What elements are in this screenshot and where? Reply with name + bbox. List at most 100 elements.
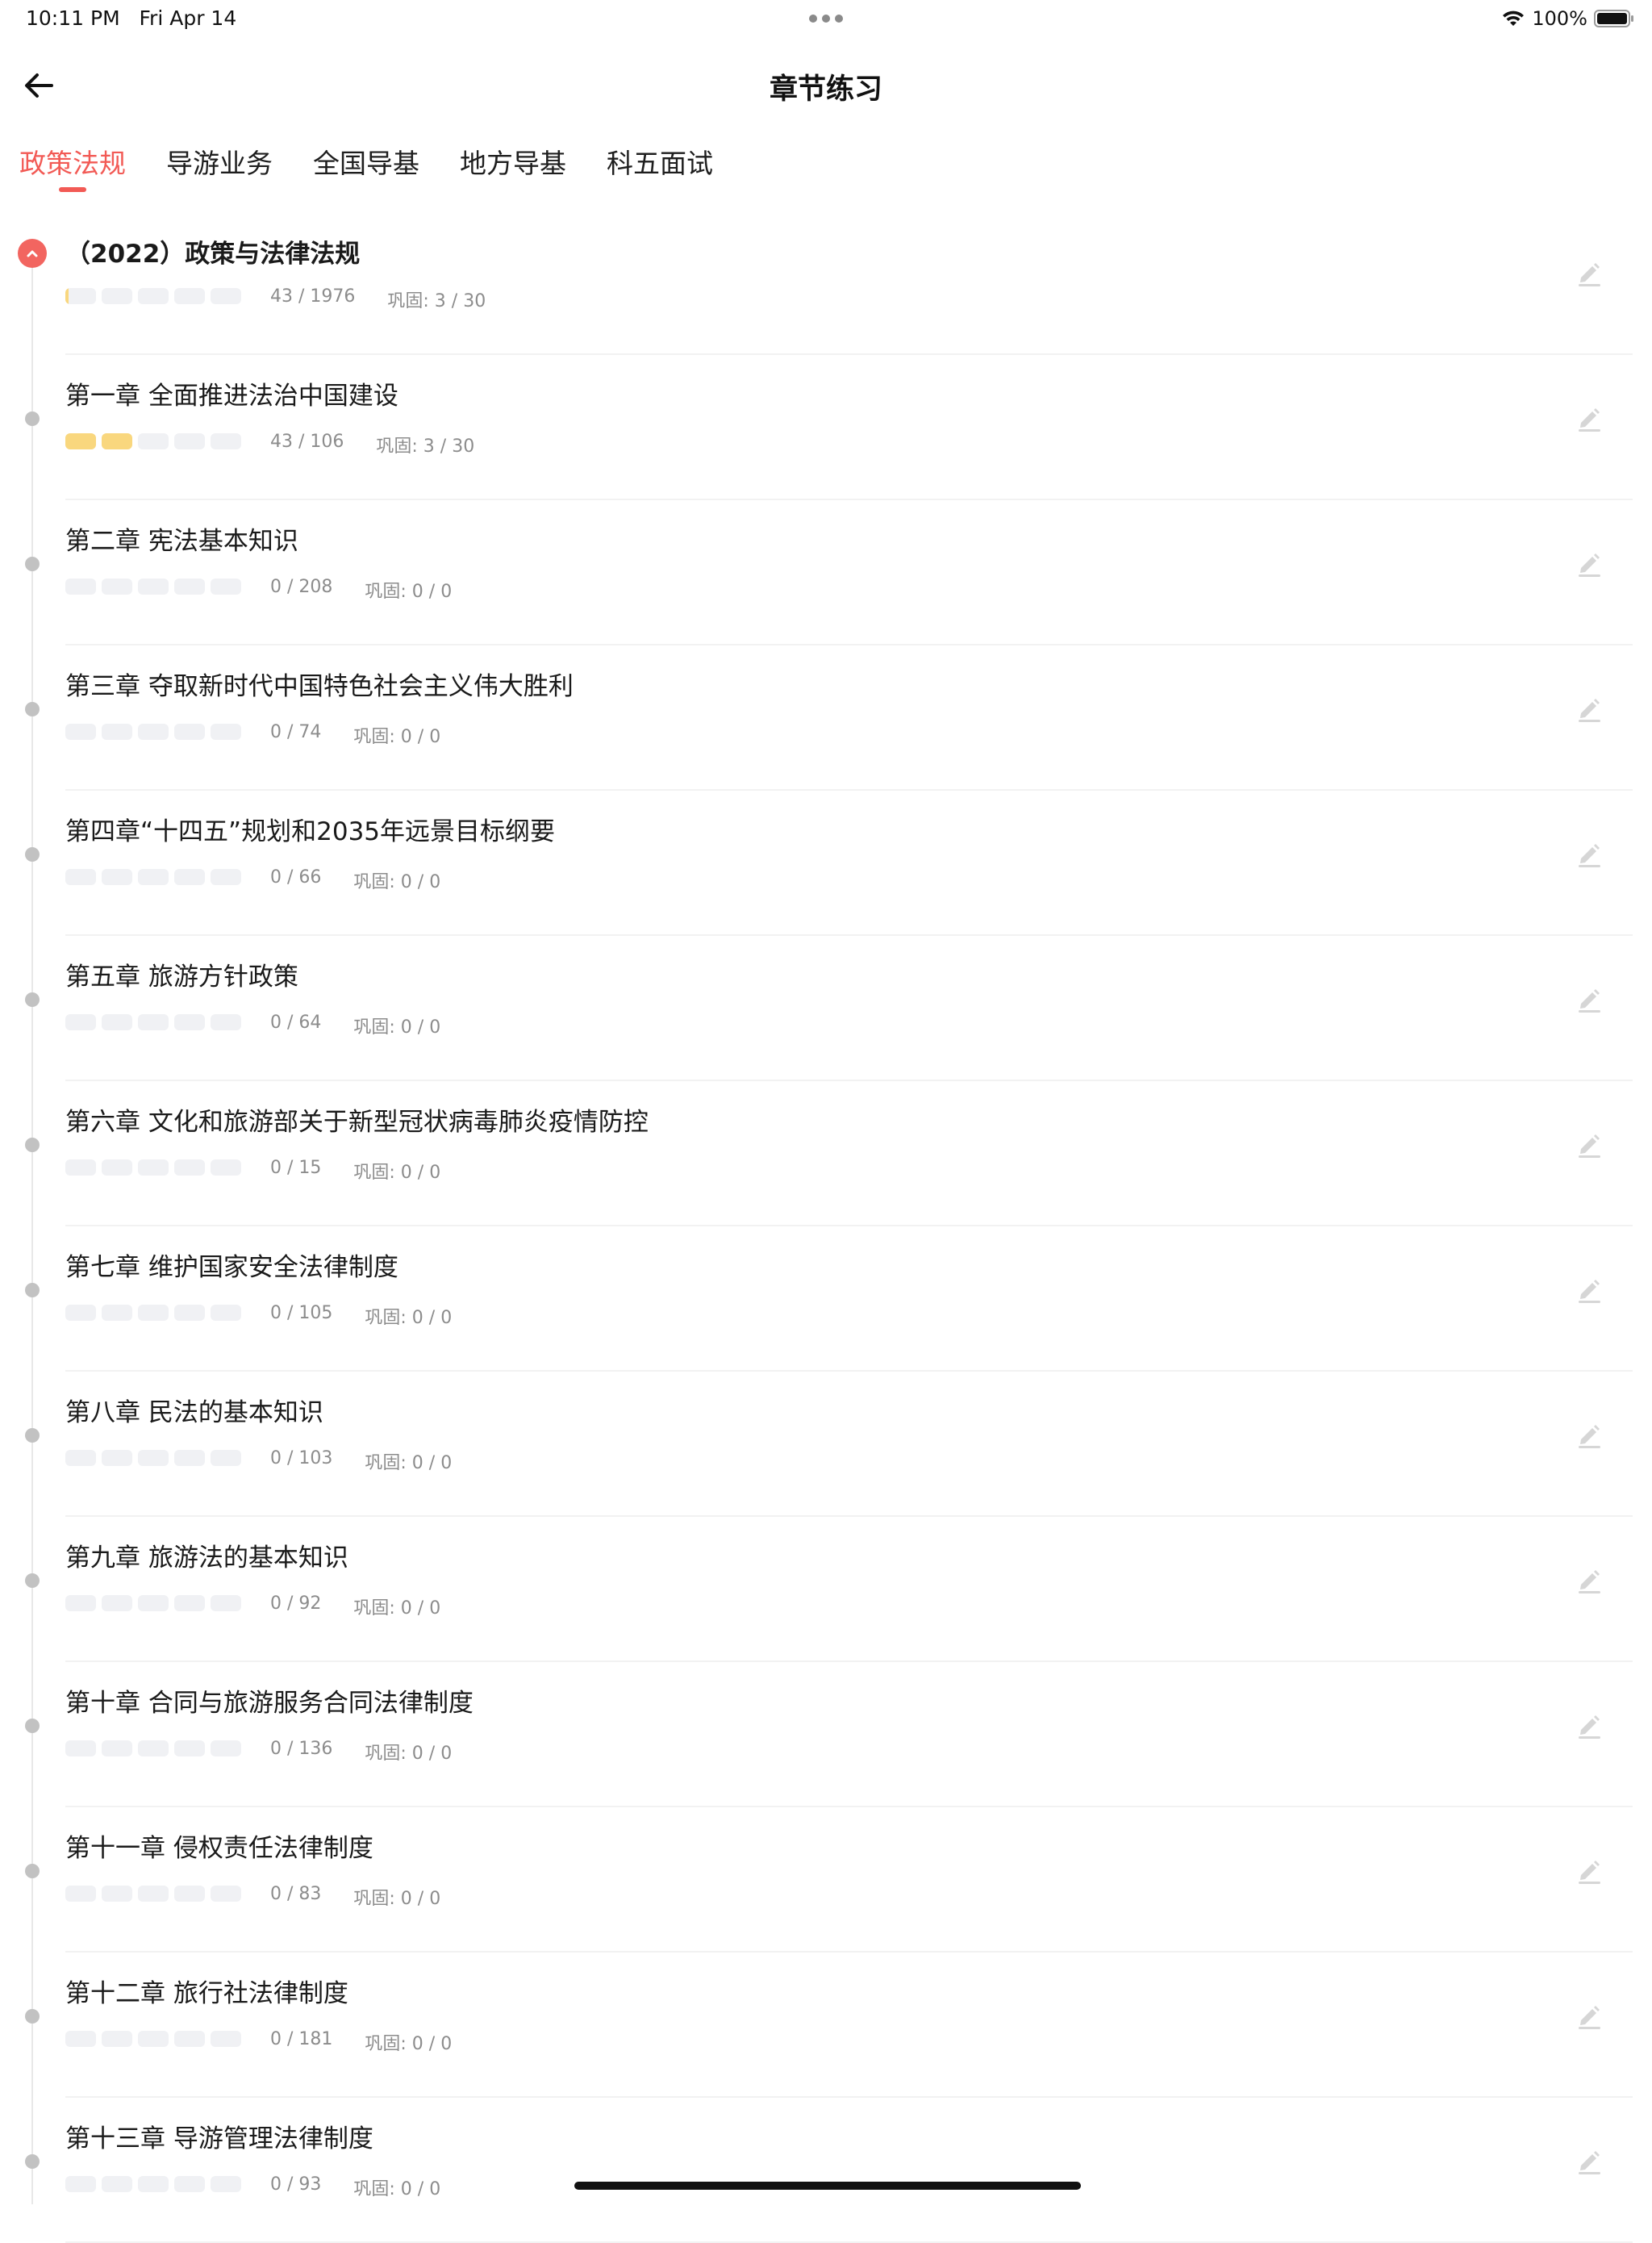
- tab-2[interactable]: 全国导基: [313, 144, 419, 192]
- chapter-item[interactable]: 第五章 旅游方针政策 0 / 64 巩固: 0 / 0: [0, 936, 1652, 1081]
- chapter-item[interactable]: 第九章 旅游法的基本知识 0 / 92 巩固: 0 / 0: [0, 1517, 1652, 1662]
- timeline-dot: [25, 847, 40, 862]
- progress-segments: [65, 1159, 247, 1176]
- edit-pencil-icon[interactable]: [1575, 1565, 1604, 1594]
- question-count: 0 / 181: [270, 2029, 333, 2049]
- tab-3[interactable]: 地方导基: [460, 144, 566, 192]
- status-time: 10:11 PM Fri Apr 14: [26, 6, 236, 30]
- timeline-dot: [25, 702, 40, 716]
- chapter-title: 第十章 合同与旅游服务合同法律制度: [65, 1689, 473, 1718]
- question-count: 0 / 74: [270, 722, 322, 742]
- progress-segments: [65, 1450, 247, 1466]
- progress-segment: [174, 1305, 205, 1321]
- edit-pencil-icon[interactable]: [1575, 1130, 1604, 1159]
- tab-0[interactable]: 政策法规: [19, 144, 126, 192]
- progress-segment: [102, 1014, 132, 1030]
- progress-segments: [65, 1886, 247, 1902]
- timeline-dot: [25, 1573, 40, 1588]
- chapter-title: 第九章 旅游法的基本知识: [65, 1543, 348, 1573]
- progress-segment: [102, 2031, 132, 2047]
- progress-segment: [138, 1886, 169, 1902]
- progress-segment: [138, 1595, 169, 1611]
- review-count: 巩固: 0 / 0: [353, 1163, 441, 1183]
- chapter-item[interactable]: 第十章 合同与旅游服务合同法律制度 0 / 136 巩固: 0 / 0: [0, 1662, 1652, 1807]
- review-count: 巩固: 0 / 0: [365, 582, 453, 602]
- progress-segment: [102, 1595, 132, 1611]
- chapter-item[interactable]: 第十二章 旅行社法律制度 0 / 181 巩固: 0 / 0: [0, 1953, 1652, 2098]
- battery-percentage: 100%: [1532, 7, 1587, 30]
- chapter-item[interactable]: 第六章 文化和旅游部关于新型冠状病毒肺炎疫情防控 0 / 15 巩固: 0 / 0: [0, 1081, 1652, 1226]
- progress-segments: [65, 1014, 247, 1030]
- chevron-up-icon[interactable]: [18, 239, 47, 268]
- edit-pencil-icon[interactable]: [1575, 1275, 1604, 1304]
- chapter-item[interactable]: 第一章 全面推进法治中国建设 43 / 106 巩固: 3 / 30: [0, 355, 1652, 500]
- progress-segments: [65, 579, 247, 595]
- edit-pencil-icon[interactable]: [1575, 984, 1604, 1013]
- progress-segment: [211, 1159, 241, 1176]
- progress-segment: [65, 1305, 96, 1321]
- edit-pencil-icon[interactable]: [1575, 2001, 1604, 2030]
- timeline-dot: [25, 1138, 40, 1152]
- progress-segment: [211, 2176, 241, 2192]
- edit-pencil-icon[interactable]: [1575, 1710, 1604, 1740]
- tab-4[interactable]: 科五面试: [607, 144, 713, 192]
- edit-pencil-icon[interactable]: [1575, 1420, 1604, 1449]
- progress-segment: [138, 2176, 169, 2192]
- edit-pencil-icon[interactable]: [1575, 2146, 1604, 2175]
- chapter-item[interactable]: 第四章“十四五”规划和2035年远景目标纲要 0 / 66 巩固: 0 / 0: [0, 791, 1652, 936]
- tab-1[interactable]: 导游业务: [166, 144, 273, 192]
- home-indicator[interactable]: [574, 2182, 1081, 2190]
- chapter-item[interactable]: 第八章 民法的基本知识 0 / 103 巩固: 0 / 0: [0, 1372, 1652, 1517]
- progress-segments: [65, 1305, 247, 1321]
- chapter-item[interactable]: 第三章 夺取新时代中国特色社会主义伟大胜利 0 / 74 巩固: 0 / 0: [0, 645, 1652, 791]
- progress-segment: [65, 724, 96, 740]
- progress-segment: [174, 1595, 205, 1611]
- edit-pencil-icon[interactable]: [1575, 403, 1604, 432]
- progress-segment: [102, 1159, 132, 1176]
- review-count: 巩固: 0 / 0: [353, 1889, 441, 1909]
- progress-segment: [174, 2031, 205, 2047]
- chapter-item[interactable]: （2022）政策与法律法规 43 / 1976 巩固: 3 / 30: [0, 210, 1652, 355]
- chapter-item[interactable]: 第十三章 导游管理法律制度 0 / 93 巩固: 0 / 0: [0, 2098, 1652, 2243]
- progress-segment: [138, 1305, 169, 1321]
- progress-segment: [65, 1740, 96, 1756]
- chapter-item[interactable]: 第十一章 侵权责任法律制度 0 / 83 巩固: 0 / 0: [0, 1807, 1652, 1953]
- progress-segment: [138, 579, 169, 595]
- progress-segment: [211, 1305, 241, 1321]
- progress-segment: [174, 579, 205, 595]
- question-count: 0 / 136: [270, 1739, 333, 1759]
- edit-pencil-icon[interactable]: [1575, 549, 1604, 578]
- progress-segment: [138, 869, 169, 885]
- progress-segment: [102, 724, 132, 740]
- navigation-bar: 章节练习: [0, 48, 1652, 121]
- edit-pencil-icon[interactable]: [1575, 694, 1604, 723]
- edit-pencil-icon[interactable]: [1575, 1856, 1604, 1885]
- chapter-item[interactable]: 第二章 宪法基本知识 0 / 208 巩固: 0 / 0: [0, 500, 1652, 645]
- question-count: 0 / 15: [270, 1158, 322, 1178]
- progress-segment: [102, 579, 132, 595]
- review-count: 巩固: 3 / 30: [376, 436, 475, 457]
- progress-segment: [138, 1450, 169, 1466]
- multitasking-dots-icon[interactable]: [809, 15, 843, 23]
- progress-segment: [138, 1014, 169, 1030]
- clock: 10:11 PM: [26, 6, 120, 30]
- progress-segment: [211, 579, 241, 595]
- progress-segment: [211, 288, 241, 304]
- edit-pencil-icon[interactable]: [1575, 258, 1604, 287]
- review-count: 巩固: 0 / 0: [365, 1744, 453, 1764]
- progress-segments: [65, 869, 247, 885]
- timeline-dot: [25, 557, 40, 571]
- chapter-title: 第八章 民法的基本知识: [65, 1398, 323, 1427]
- progress-segment: [174, 869, 205, 885]
- timeline-dot: [25, 411, 40, 426]
- timeline-dot: [25, 2154, 40, 2169]
- progress-segment: [65, 869, 96, 885]
- progress-segments: [65, 433, 247, 449]
- progress-segment: [174, 724, 205, 740]
- progress-segments: [65, 2176, 247, 2192]
- status-bar: 10:11 PM Fri Apr 14 100%: [0, 0, 1652, 39]
- edit-pencil-icon[interactable]: [1575, 839, 1604, 868]
- chapter-title: 第十二章 旅行社法律制度: [65, 1979, 348, 2008]
- chapter-item[interactable]: 第七章 维护国家安全法律制度 0 / 105 巩固: 0 / 0: [0, 1226, 1652, 1372]
- chapter-title: 第三章 夺取新时代中国特色社会主义伟大胜利: [65, 672, 574, 701]
